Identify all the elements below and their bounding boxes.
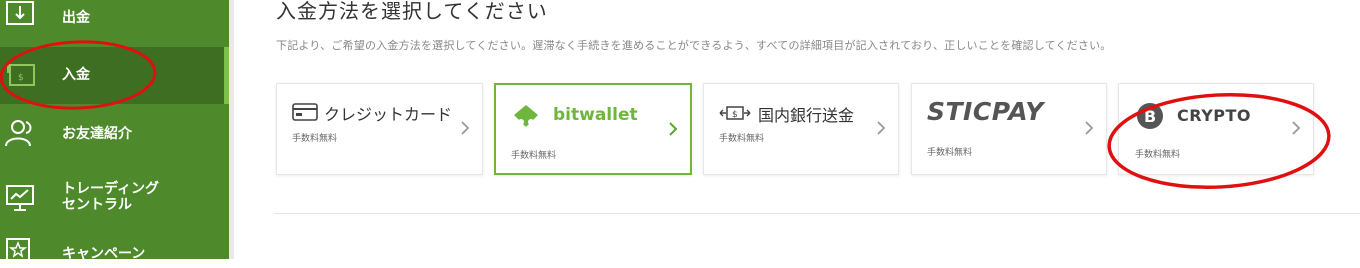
payment-method-name: bitwallet [553,105,638,125]
chevron-right-icon [1292,121,1301,135]
sticpay-logo: STICPAY [927,97,1044,126]
bank-transfer-icon: $ [719,106,751,120]
fee-label: 手数料無料 [1135,150,1181,160]
friends-icon [5,120,32,147]
campaign-star-icon [6,238,30,262]
payment-method-name: クレジットカード [324,105,453,124]
trading-monitor-icon [6,185,34,211]
svg-text:$: $ [18,73,24,83]
svg-text:B: B [1144,107,1156,126]
payment-method-name: CRYPTO [1177,106,1252,125]
section-divider [274,213,1360,214]
deposit-icon: $ [7,63,35,86]
bitwallet-logo [514,105,538,127]
sidebar-item-deposit[interactable]: $ 入金 [0,47,229,104]
page-title: 入金方法を選択してください [276,0,548,23]
sidebar: 出金 $ 入金 お友達紹介 トレーディング セントラル キャンペーン [0,0,229,262]
sidebar-item-label: キャンペーン [62,246,146,262]
payment-method-credit-card[interactable]: クレジットカード 手数料無料 [276,83,483,175]
withdraw-icon [6,1,34,25]
chevron-right-icon [1085,121,1094,135]
sidebar-item-label: トレーディング セントラル [62,181,160,213]
svg-text:$: $ [732,110,738,120]
sidebar-item-label: 入金 [62,67,90,83]
sidebar-item-label: 出金 [62,10,90,26]
payment-method-crypto[interactable]: B CRYPTO 手数料無料 [1118,83,1314,175]
sidebar-item-label: お友達紹介 [62,126,132,142]
fee-label: 手数料無料 [927,148,973,158]
payment-method-bank-transfer[interactable]: $ 国内銀行送金 手数料無料 [703,83,899,175]
payment-method-sticpay[interactable]: STICPAY 手数料無料 [911,83,1107,175]
payment-method-bitwallet[interactable]: bitwallet 手数料無料 [494,83,692,175]
sidebar-item-friends[interactable]: お友達紹介 [0,110,229,155]
sidebar-item-trading-central[interactable]: トレーディング セントラル [0,172,229,220]
sidebar-edge [229,0,234,259]
sidebar-item-withdraw[interactable]: 出金 [0,0,229,40]
chevron-right-icon [877,121,886,135]
chevron-right-icon [669,122,678,136]
credit-card-icon [292,103,318,121]
sidebar-item-campaign[interactable]: キャンペーン [0,232,229,262]
fee-label: 手数料無料 [719,134,765,144]
fee-label: 手数料無料 [511,151,557,161]
bitcoin-icon: B [1137,103,1163,129]
fee-label: 手数料無料 [292,134,338,144]
payment-method-name: 国内銀行送金 [758,106,855,125]
page-description: 下記より、ご希望の入金方法を選択してください。遅滞なく手続きを進めることができる… [276,39,1112,52]
chevron-right-icon [461,121,470,135]
